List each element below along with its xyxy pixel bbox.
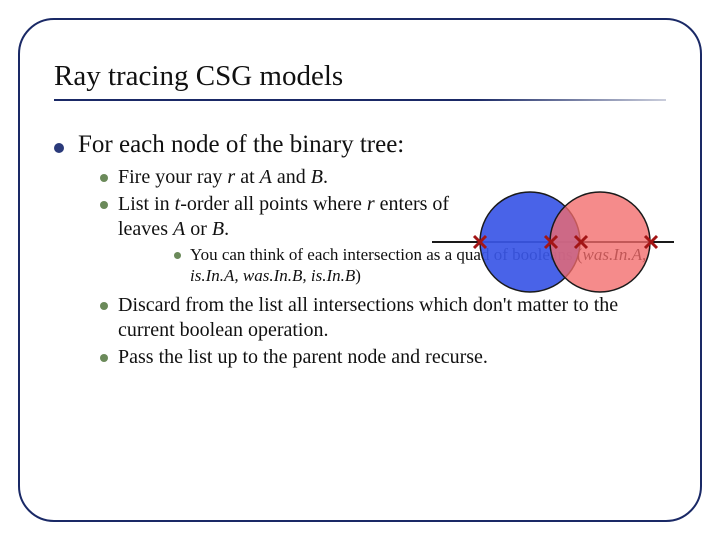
var-B: B bbox=[212, 218, 224, 240]
text-fragment: ) bbox=[355, 266, 361, 285]
bullet-hollow-icon bbox=[100, 201, 108, 209]
var-B: B bbox=[311, 166, 323, 188]
text-fragment: or bbox=[185, 218, 212, 240]
title-underline bbox=[54, 99, 666, 101]
slide-title: Ray tracing CSG models bbox=[54, 60, 666, 99]
bullet-hollow-icon bbox=[100, 302, 108, 310]
l2-text-e: Pass the list up to the parent node and … bbox=[118, 345, 488, 370]
text-fragment: at bbox=[235, 166, 259, 188]
var-A: A bbox=[260, 166, 272, 188]
bullet-level1: For each node of the binary tree: bbox=[54, 131, 666, 159]
bullet-hollow-icon bbox=[100, 174, 108, 182]
text-fragment: Fire your ray bbox=[118, 166, 227, 188]
bullet-hollow-icon bbox=[174, 252, 181, 259]
list-item: Pass the list up to the parent node and … bbox=[100, 345, 666, 370]
circle-b bbox=[550, 192, 650, 292]
var-A: A bbox=[173, 218, 185, 240]
text-fragment: -order all points where bbox=[180, 193, 367, 215]
var-r: r bbox=[367, 193, 375, 215]
bullet-dot-icon bbox=[54, 143, 64, 153]
text-fragment: List in bbox=[118, 193, 175, 215]
text-fragment: and bbox=[272, 166, 311, 188]
text-fragment: . bbox=[323, 166, 328, 188]
venn-diagram bbox=[432, 186, 674, 306]
bullet-l1-text: For each node of the binary tree: bbox=[78, 131, 404, 159]
l2-text-b: List in t-order all points where r enter… bbox=[118, 192, 458, 242]
text-fragment: . bbox=[224, 218, 229, 240]
bullet-hollow-icon bbox=[100, 354, 108, 362]
l2-text-a: Fire your ray r at A and B. bbox=[118, 165, 328, 190]
